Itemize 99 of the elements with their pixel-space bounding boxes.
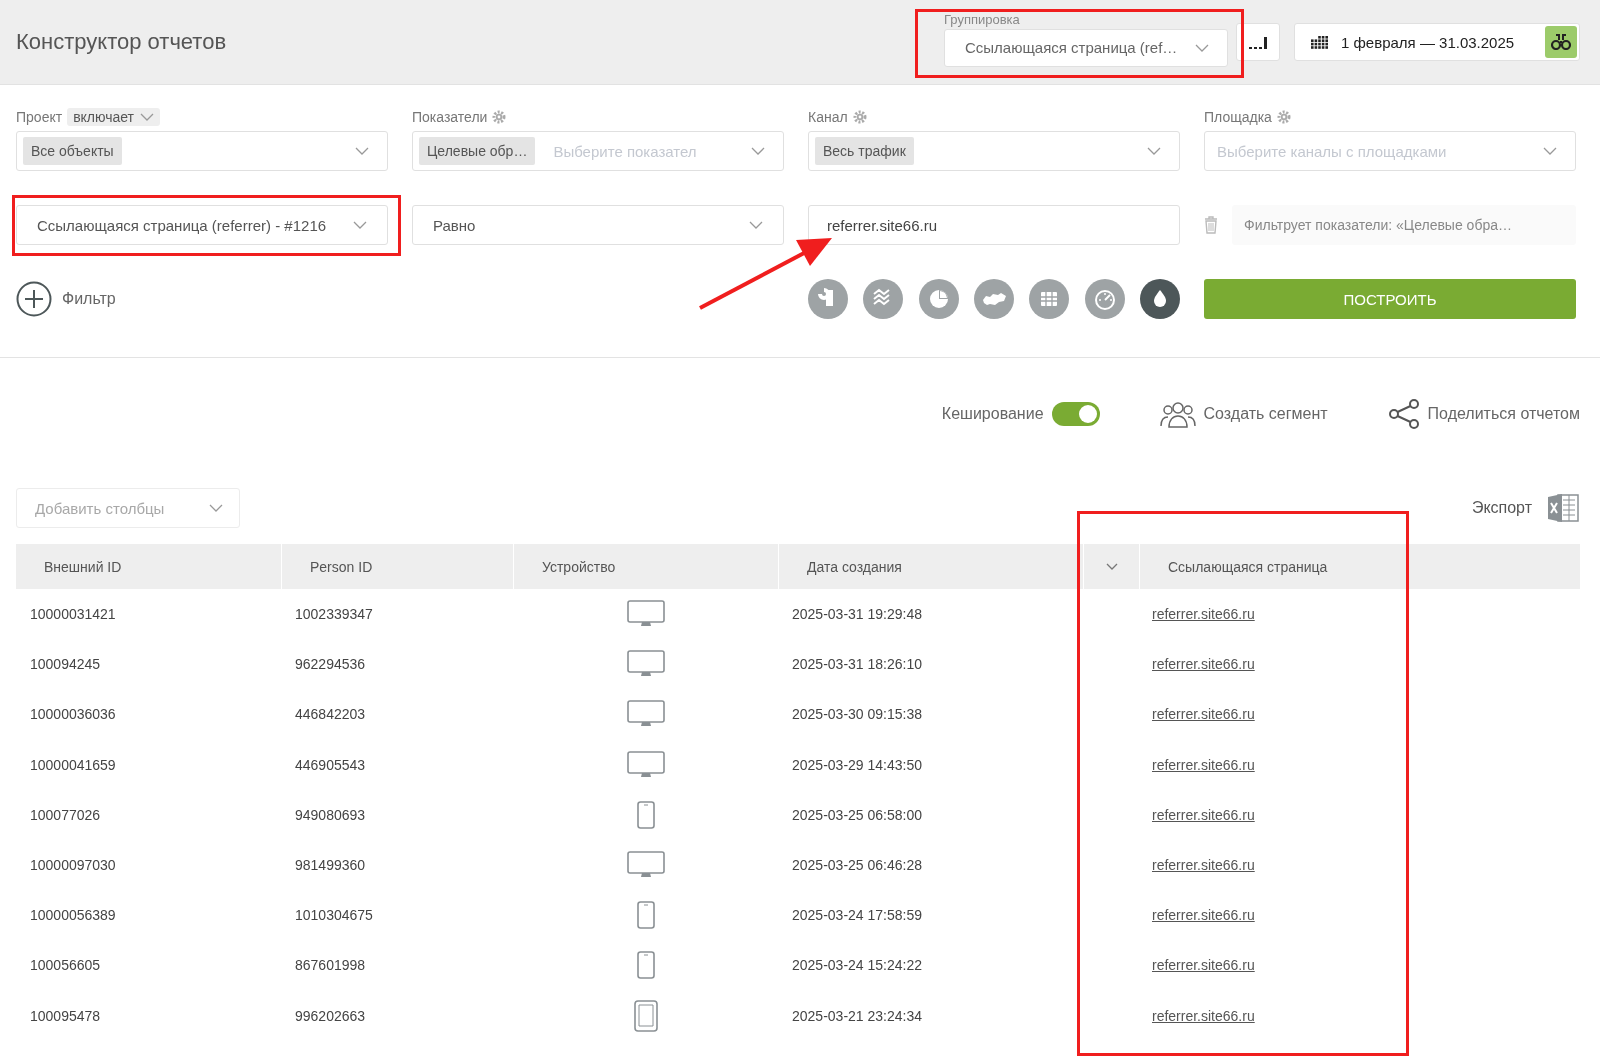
selected-tag: Целевые обр… [419, 137, 536, 165]
plus-circle-icon [16, 281, 52, 317]
referrer-link[interactable]: referrer.site66.ru [1139, 806, 1255, 823]
monitor-icon [626, 650, 665, 679]
filter-field-select[interactable]: Ссылающаяся страница (referrer) - #1216 [16, 205, 388, 245]
calendar-icon [1311, 35, 1329, 49]
add-filter-button[interactable]: Фильтр [16, 281, 388, 317]
table-cell-text: 100095478 [29, 1007, 102, 1024]
field-label: Показатели [412, 109, 488, 125]
referrer-link[interactable]: referrer.site66.ru [1139, 706, 1255, 723]
table-cell-text: 10000056389 [29, 907, 117, 924]
share-report-button[interactable]: Поделиться отчетом [1387, 398, 1580, 430]
table-cell-text: 100077026 [29, 806, 102, 823]
page-title: Конструктор отчетов [16, 29, 228, 55]
chevron-icon [751, 147, 765, 155]
gear-icon[interactable] [852, 110, 867, 124]
table-cell-text: 1002339347 [294, 606, 374, 623]
table-cell-text: 2025-03-31 18:26:10 [791, 656, 923, 673]
table-cell-text: 2025-03-30 09:15:38 [791, 706, 923, 723]
binoculars-icon [1551, 34, 1571, 50]
chevron-icon [1543, 147, 1557, 155]
column-header[interactable]: Ссылающаяся страница [1139, 544, 1580, 589]
table-cell-text: 100094245 [29, 656, 102, 673]
monitor-icon [626, 700, 665, 729]
grouping-select[interactable]: Ссылающаяся страница (ref… [944, 28, 1228, 67]
chevron-icon [355, 147, 369, 155]
table-cell-text: 2025-03-21 23:24:34 [791, 1007, 923, 1024]
caching-toggle[interactable] [1051, 402, 1100, 426]
multi-select[interactable]: Целевые обр… Выберите показател [412, 131, 784, 171]
column-header[interactable]: Дата создания [778, 544, 1083, 589]
table-cell-text: 962294536 [294, 656, 367, 673]
referrer-link[interactable]: referrer.site66.ru [1139, 907, 1255, 924]
table-cell-text: 2025-03-31 19:29:48 [791, 606, 923, 623]
referrer-link[interactable]: referrer.site66.ru [1139, 756, 1255, 773]
selected-tag: Все объекты [23, 137, 122, 165]
table-cell-text: 446905543 [294, 756, 367, 773]
trash-icon[interactable] [1204, 216, 1218, 234]
referrer-link[interactable]: referrer.site66.ru [1139, 957, 1255, 974]
table-cell-text: 446842203 [294, 706, 367, 723]
gear-icon[interactable] [1276, 110, 1291, 124]
table-cell-text: 1010304675 [294, 907, 374, 924]
export-button[interactable]: Экспорт [1471, 499, 1532, 517]
date-range-field[interactable]: 1 февраля — 31.03.2025 [1294, 23, 1580, 61]
filter-value-input[interactable]: referrer.site66.ru [808, 205, 1180, 245]
phone-icon [636, 800, 655, 829]
table-cell-text: 10000097030 [29, 857, 117, 874]
create-segment-button[interactable]: Создать сегмент [1159, 400, 1328, 428]
table-cell-text: 10000031421 [29, 606, 117, 623]
monitor-icon [626, 851, 665, 880]
referrer-link[interactable]: referrer.site66.ru [1139, 656, 1255, 673]
table-cell-text: 10000041659 [29, 756, 117, 773]
phone-icon [636, 901, 655, 930]
table-cell-text: 867601998 [294, 957, 367, 974]
phone-icon [636, 951, 655, 980]
table-cell-text: 2025-03-25 06:46:28 [791, 857, 923, 874]
chevron-icon [209, 504, 223, 512]
filter-note: Фильтрует показатели: «Целевые обра… [1232, 205, 1576, 245]
spreadsheet-icon[interactable] [1546, 491, 1580, 525]
binoculars-button[interactable] [1545, 26, 1577, 58]
field-label: Канал [808, 109, 848, 125]
referrer-link[interactable]: referrer.site66.ru [1139, 1007, 1255, 1024]
column-header[interactable]: Устройство [513, 544, 778, 589]
field-label: Проект [16, 109, 63, 125]
column-header[interactable]: Person ID [281, 544, 513, 589]
table-cell-text: 10000036036 [29, 706, 117, 723]
view-button[interactable] [1236, 23, 1280, 61]
monitor-icon [626, 750, 665, 779]
chevron-icon [353, 221, 367, 229]
chevron-icon [140, 113, 155, 121]
chevron-icon [1195, 43, 1209, 52]
field-label: Группировка [944, 11, 1021, 27]
monitor-icon [626, 600, 665, 629]
chevron-icon [1147, 147, 1161, 155]
people-icon [1159, 400, 1196, 428]
mode-select[interactable]: включает [67, 108, 161, 126]
table-cell-text: 2025-03-24 17:58:59 [791, 907, 923, 924]
table-cell-text: 981499360 [294, 857, 367, 874]
bars-icon [1248, 35, 1268, 49]
chart-type-button[interactable] [1139, 279, 1180, 319]
selected-tag: Весь трафик [815, 137, 914, 165]
field-label: Площадка [1204, 109, 1272, 125]
table-cell-text: 2025-03-25 06:58:00 [791, 806, 923, 823]
share-icon [1387, 398, 1420, 430]
table-cell-text: 2025-03-29 14:43:50 [791, 756, 923, 773]
gear-icon[interactable] [492, 110, 507, 124]
referrer-link[interactable]: referrer.site66.ru [1139, 857, 1255, 874]
operator-select[interactable]: Равно [412, 205, 784, 245]
multi-select[interactable]: Весь трафик [808, 131, 1180, 171]
tablet-icon [633, 999, 658, 1032]
multi-select[interactable]: Все объекты [16, 131, 388, 171]
caret-icon[interactable] [1105, 563, 1118, 570]
caching-label: Кеширование [941, 405, 1044, 423]
referrer-link[interactable]: referrer.site66.ru [1139, 606, 1255, 623]
column-header[interactable]: Внешний ID [16, 544, 281, 589]
chevron-icon [749, 221, 763, 229]
table-cell-text: 949080693 [294, 806, 367, 823]
table-cell-text: 2025-03-24 15:24:22 [791, 957, 923, 974]
table-cell-text: 100056605 [29, 957, 102, 974]
table-cell-text: 996202663 [294, 1007, 367, 1024]
